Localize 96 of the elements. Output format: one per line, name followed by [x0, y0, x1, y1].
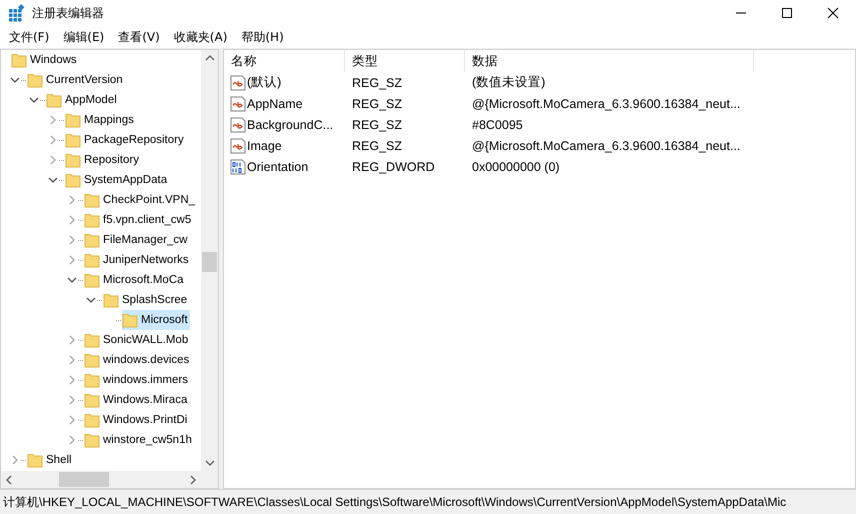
menu-item[interactable]: 收藏夹(A)	[166, 28, 234, 46]
value-name[interactable]: BackgroundC...	[247, 118, 334, 132]
folder-icon	[11, 52, 27, 68]
tree-item[interactable]: Mappings	[65, 110, 136, 130]
folder-icon	[84, 412, 100, 428]
scrollbar-thumb[interactable]	[202, 252, 217, 272]
tree-item[interactable]: windows.devices	[84, 350, 192, 370]
column-header[interactable]: 类型	[345, 50, 465, 72]
string-value-icon	[230, 96, 246, 112]
value-name[interactable]: (默认)	[247, 74, 282, 91]
registry-editor-icon	[8, 4, 26, 22]
tree-item[interactable]: windows.immers	[84, 370, 190, 390]
folder-icon	[84, 392, 100, 408]
value-data: (数值未设置)	[472, 74, 546, 91]
tree-item[interactable]: AppModel	[46, 90, 119, 110]
value-name[interactable]: Orientation	[247, 160, 308, 174]
string-value-icon	[230, 138, 246, 154]
column-header[interactable]: 名称	[224, 50, 345, 72]
folder-icon	[65, 112, 81, 128]
tree-item[interactable]: Windows	[11, 50, 79, 70]
value-data: 0x00000000 (0)	[472, 160, 560, 174]
value-data: @{Microsoft.MoCamera_6.3.9600.16384_neut...	[472, 96, 740, 110]
chevron-right-icon[interactable]	[48, 135, 58, 145]
chevron-right-icon[interactable]	[67, 235, 77, 245]
folder-icon	[65, 172, 81, 188]
chevron-down-icon[interactable]	[10, 75, 20, 85]
folder-icon	[84, 372, 100, 388]
menu-item[interactable]: 编辑(E)	[56, 28, 112, 46]
folder-icon	[103, 292, 119, 308]
folder-icon	[84, 332, 100, 348]
folder-icon	[84, 232, 100, 248]
value-type: REG_DWORD	[352, 160, 435, 174]
folder-icon	[65, 152, 81, 168]
tree-item[interactable]: Microsoft.MoCa	[84, 270, 186, 290]
tree-item[interactable]: SonicWALL.Mob	[84, 330, 190, 350]
folder-icon	[65, 132, 81, 148]
value-type: REG_SZ	[352, 118, 402, 132]
tree-item[interactable]: f5.vpn.client_cw5	[84, 210, 194, 230]
menu-item[interactable]: 查看(V)	[111, 28, 167, 46]
close-icon	[827, 7, 839, 19]
chevron-right-icon[interactable]	[67, 335, 77, 345]
chevron-down-icon[interactable]	[86, 295, 96, 305]
chevron-right-icon[interactable]	[48, 155, 58, 165]
folder-icon	[27, 452, 43, 468]
string-value-icon	[230, 74, 246, 90]
chevron-right-icon[interactable]	[67, 395, 77, 405]
tree-item[interactable]: Microsoft	[122, 310, 190, 330]
value-data: @{Microsoft.MoCamera_6.3.9600.16384_neut...	[472, 138, 740, 152]
chevron-down-icon[interactable]	[48, 175, 58, 185]
scrollbar-thumb[interactable]	[59, 472, 109, 487]
tree-item[interactable]: FileManager_cw	[84, 230, 190, 250]
tree-item[interactable]: SplashScree	[103, 290, 190, 310]
column-header[interactable]: 数据	[465, 50, 754, 72]
value-name[interactable]: AppName	[247, 96, 303, 110]
value-type: REG_SZ	[352, 96, 402, 110]
tree-item[interactable]: winstore_cw5n1h	[84, 430, 194, 450]
tree-item[interactable]: SystemAppData	[65, 170, 170, 190]
tree-item[interactable]: JuniperNetworks	[84, 250, 191, 270]
tree-item[interactable]: Shell	[27, 450, 74, 470]
string-value-icon	[230, 116, 246, 132]
folder-icon	[84, 432, 100, 448]
tree-item[interactable]: PackageRepository	[65, 130, 186, 150]
chevron-down-icon[interactable]	[67, 275, 77, 285]
menu-item[interactable]: 帮助(H)	[234, 28, 291, 46]
chevron-right-icon[interactable]	[67, 415, 77, 425]
chevron-right-icon[interactable]	[48, 115, 58, 125]
folder-icon	[84, 272, 100, 288]
folder-icon	[84, 212, 100, 228]
binary-value-icon	[230, 158, 246, 174]
folder-icon	[84, 352, 100, 368]
chevron-right-icon[interactable]	[67, 435, 77, 445]
folder-icon	[84, 252, 100, 268]
value-data: #8C0095	[472, 118, 523, 132]
chevron-right-icon[interactable]	[67, 215, 77, 225]
tree-item[interactable]: Windows.Miraca	[84, 390, 190, 410]
tree-item[interactable]: Windows.PrintDi	[84, 410, 190, 430]
value-type: REG_SZ	[352, 76, 402, 90]
chevron-right-icon[interactable]	[67, 195, 77, 205]
folder-icon	[122, 312, 138, 328]
chevron-right-icon[interactable]	[67, 255, 77, 265]
chevron-right-icon[interactable]	[67, 375, 77, 385]
folder-icon	[46, 92, 62, 108]
tree-item[interactable]: CurrentVersion	[27, 70, 125, 90]
window-title: 注册表编辑器	[32, 4, 104, 22]
maximize-icon	[781, 7, 793, 19]
folder-icon	[27, 72, 43, 88]
value-name[interactable]: Image	[247, 138, 282, 152]
value-type: REG_SZ	[352, 138, 402, 152]
chevron-right-icon[interactable]	[67, 355, 77, 365]
chevron-right-icon[interactable]	[10, 455, 20, 465]
chevron-down-icon[interactable]	[29, 95, 39, 105]
tree-item[interactable]: CheckPoint.VPN_	[84, 190, 198, 210]
menu-item[interactable]: 文件(F)	[2, 28, 56, 46]
registry-path: 计算机\HKEY_LOCAL_MACHINE\SOFTWARE\Classes\Local Settings\Software\Microsoft\Windows\CurrentVersion\AppModel\SystemAppData\Mic	[3, 494, 786, 510]
folder-icon	[84, 192, 100, 208]
tree-item[interactable]: Repository	[65, 150, 141, 170]
